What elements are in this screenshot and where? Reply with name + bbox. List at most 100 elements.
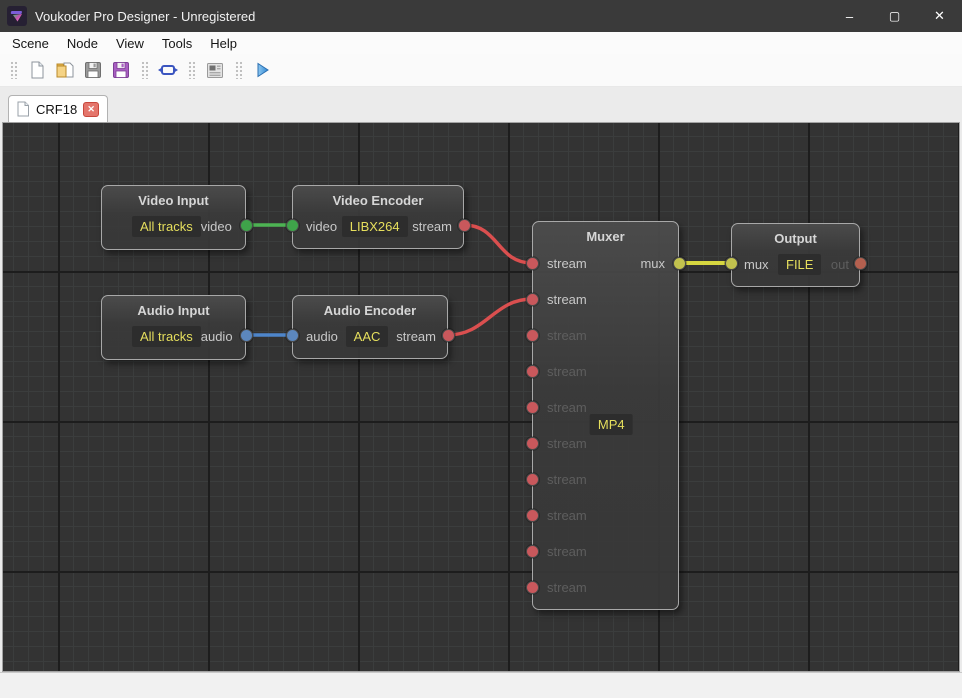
node-title: Audio Input [102,303,245,318]
output-target-value[interactable]: FILE [778,254,821,275]
port-label-stream-out: stream [412,219,452,234]
port-label-out: out [831,257,849,272]
port-label-audio-in: audio [306,329,338,344]
new-scene-button[interactable] [24,57,50,83]
close-button[interactable]: ✕ [917,0,962,32]
save-icon [84,61,102,79]
audio-input-tracks-value[interactable]: All tracks [132,326,201,347]
port-label-stream-4: stream [547,362,587,382]
port-output-out[interactable] [854,257,867,270]
port-label-stream-8: stream [547,506,587,526]
open-scene-button[interactable] [52,57,78,83]
toolbar [0,54,962,87]
wire-video-stream[interactable] [464,225,532,263]
app-window: Voukoder Pro Designer - Unregistered – ▢… [0,0,962,698]
port-video-encoder-video-in[interactable] [286,219,299,232]
node-video-input[interactable]: Video Input All tracks video [101,185,246,250]
toolbar-drag-handle[interactable] [188,61,195,79]
port-audio-input-audio-out[interactable] [240,329,253,342]
node-editor-canvas[interactable]: Video Input All tracks video Video Encod… [2,122,960,672]
port-muxer-stream-4-in[interactable] [526,365,539,378]
tab-label: CRF18 [36,102,77,117]
port-muxer-stream-2-in[interactable] [526,293,539,306]
app-logo-icon [7,6,27,26]
port-label-stream-10: stream [547,578,587,598]
window-title: Voukoder Pro Designer - Unregistered [35,9,827,24]
document-icon [16,101,30,117]
port-label-mux-in: mux [744,257,769,272]
statusbar [0,672,962,698]
voukoder-logo-icon [9,8,25,24]
canvas-frame: Video Input All tracks video Video Encod… [0,122,962,672]
minimize-button[interactable]: – [827,0,872,32]
port-label-stream-6: stream [547,434,587,454]
port-label-stream-7: stream [547,470,587,490]
menu-scene[interactable]: Scene [3,34,58,53]
menubar: Scene Node View Tools Help [0,32,962,54]
port-muxer-stream-10-in[interactable] [526,581,539,594]
port-muxer-stream-8-in[interactable] [526,509,539,522]
node-muxer[interactable]: Muxer stream stream stream stream stream… [532,221,679,610]
port-label-stream-3: stream [547,326,587,346]
node-title: Audio Encoder [293,303,447,318]
tab-crf18[interactable]: CRF18 ✕ [8,95,108,122]
audio-encoder-value[interactable]: AAC [346,326,389,347]
port-muxer-stream-7-in[interactable] [526,473,539,486]
fit-view-icon [158,62,178,78]
save-button[interactable] [80,57,106,83]
port-muxer-stream-6-in[interactable] [526,437,539,450]
node-audio-encoder[interactable]: Audio Encoder audio AAC stream [292,295,448,359]
port-muxer-mux-out[interactable] [673,257,686,270]
menu-view[interactable]: View [107,34,153,53]
muxer-format-value[interactable]: MP4 [590,414,633,435]
tab-close-button[interactable]: ✕ [83,102,99,117]
port-muxer-stream-9-in[interactable] [526,545,539,558]
node-video-encoder[interactable]: Video Encoder video LIBX264 stream [292,185,464,249]
node-title: Video Input [102,193,245,208]
tabbar: CRF18 ✕ [0,87,962,122]
menu-help[interactable]: Help [201,34,246,53]
video-encoder-value[interactable]: LIBX264 [342,216,408,237]
menu-tools[interactable]: Tools [153,34,201,53]
port-audio-encoder-audio-in[interactable] [286,329,299,342]
menu-node[interactable]: Node [58,34,107,53]
video-input-tracks-value[interactable]: All tracks [132,216,201,237]
save-as-button[interactable] [108,57,134,83]
toolbar-drag-handle[interactable] [10,61,17,79]
run-icon [255,62,270,78]
port-audio-encoder-stream-out[interactable] [442,329,455,342]
run-button[interactable] [249,57,275,83]
port-label-video-out: video [201,219,232,234]
new-file-icon [29,61,46,79]
open-folder-icon [56,61,75,79]
port-muxer-stream-5-in[interactable] [526,401,539,414]
maximize-button[interactable]: ▢ [872,0,917,32]
port-output-mux-in[interactable] [725,257,738,270]
titlebar[interactable]: Voukoder Pro Designer - Unregistered – ▢… [0,0,962,32]
window-controls: – ▢ ✕ [827,0,962,32]
fit-view-button[interactable] [155,57,181,83]
port-label-stream-9: stream [547,542,587,562]
node-audio-input[interactable]: Audio Input All tracks audio [101,295,246,360]
report-icon [206,62,224,79]
port-muxer-stream-1-in[interactable] [526,257,539,270]
node-title: Video Encoder [293,193,463,208]
port-label-mux-out: mux [640,254,665,274]
report-button[interactable] [202,57,228,83]
node-title: Muxer [533,229,678,244]
port-label-stream-out: stream [396,329,436,344]
toolbar-drag-handle[interactable] [141,61,148,79]
toolbar-drag-handle[interactable] [235,61,242,79]
port-video-encoder-stream-out[interactable] [458,219,471,232]
save-as-icon [112,61,130,79]
port-label-stream-5: stream [547,398,587,418]
port-label-video-in: video [306,219,337,234]
wire-audio-stream[interactable] [448,299,532,335]
port-muxer-stream-3-in[interactable] [526,329,539,342]
node-output[interactable]: Output mux FILE out [731,223,860,287]
port-label-stream-1: stream [547,254,587,274]
port-video-input-video-out[interactable] [240,219,253,232]
port-label-audio-out: audio [201,329,233,344]
node-title: Output [732,231,859,246]
port-label-stream-2: stream [547,290,587,310]
